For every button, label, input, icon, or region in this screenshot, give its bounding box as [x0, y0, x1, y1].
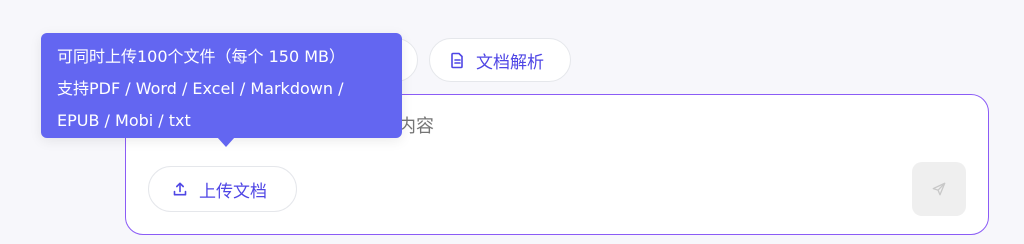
send-button[interactable] — [912, 162, 966, 216]
tooltip-line-1: 可同时上传100个文件（每个 150 MB） — [57, 47, 346, 66]
upload-document-button[interactable]: 上传文档 — [148, 166, 297, 212]
upload-document-label: 上传文档 — [199, 181, 267, 202]
tooltip-line-2: 支持PDF / Word / Excel / Markdown / — [57, 79, 344, 98]
tooltip-line-3: EPUB / Mobi / txt — [57, 111, 191, 130]
send-icon — [930, 180, 948, 198]
document-icon — [448, 51, 466, 69]
upload-tooltip: 可同时上传100个文件（每个 150 MB） 支持PDF / Word / Ex… — [41, 33, 402, 147]
doc-parse-chip[interactable]: 文档解析 — [429, 38, 571, 82]
tooltip-arrow — [217, 137, 235, 147]
doc-parse-label: 文档解析 — [476, 52, 544, 73]
upload-icon — [171, 180, 189, 198]
